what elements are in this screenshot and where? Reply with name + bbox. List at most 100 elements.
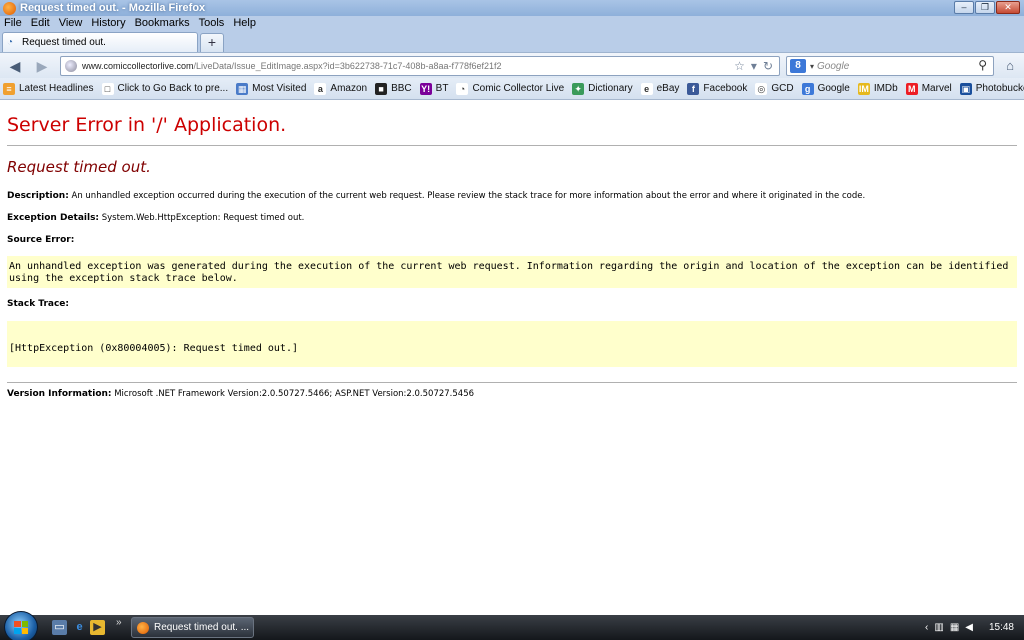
tab-request-timed-out[interactable]: ◔ Request timed out. — [2, 32, 198, 52]
bookmark-item[interactable]: ✦ Dictionary — [572, 82, 633, 95]
bookmarks-toolbar: ≡ Latest Headlines □ Click to Go Back to pr… — [0, 78, 1024, 100]
back-button[interactable]: ◀ — [5, 57, 25, 75]
most-visited-icon: ▦ — [236, 82, 249, 95]
source-error-label: Source Error: — [7, 235, 75, 245]
taskbar-firefox-button[interactable]: Request timed out. ... — [131, 617, 254, 638]
bookmark-item[interactable]: Y! BT — [419, 82, 449, 95]
bookmark-item[interactable]: ◎ GCD — [755, 82, 794, 95]
error-heading: Request timed out. — [7, 158, 151, 176]
bookmark-label: Most Visited — [252, 83, 307, 94]
window-controls: – ❐ ✕ — [954, 1, 1020, 14]
source-error-text: An unhandled exception was generated dur… — [9, 261, 1009, 284]
bookmark-label: eBay — [656, 83, 680, 94]
bookmark-item[interactable]: M Marvel — [905, 82, 952, 95]
rss-icon: ≡ — [3, 82, 15, 95]
bookmark-label: Comic Collector Live — [472, 83, 565, 94]
bookmark-item[interactable]: a Amazon — [314, 82, 368, 95]
bookmark-label: Photobucket — [975, 83, 1024, 94]
bookmark-label: Facebook — [703, 83, 748, 94]
star-icon[interactable]: ☆ — [734, 59, 745, 73]
bookmark-label: Click to Go Back to pre... — [117, 83, 229, 94]
internet-explorer-icon[interactable]: e — [72, 620, 87, 635]
bookmark-item[interactable]: ■ BBC — [375, 82, 412, 95]
bbc-icon: ■ — [375, 82, 388, 95]
taskbar-task-label: Request timed out. ... — [154, 622, 250, 633]
description-text: An unhandled exception occurred during t… — [68, 191, 866, 201]
version-paragraph: Version Information: Microsoft .NET Fram… — [7, 389, 474, 399]
maximize-button[interactable]: ❐ — [975, 1, 995, 14]
divider — [7, 382, 1017, 383]
bookmark-item[interactable]: e eBay — [640, 82, 680, 95]
bookmark-item[interactable]: ▣Photobucket — [959, 82, 1024, 95]
menu-bookmarks[interactable]: Bookmarks — [135, 17, 190, 29]
tab-bar: ◔ Request timed out. + — [0, 30, 1024, 52]
stack-trace-text: [HttpException (0x80004005): Request tim… — [9, 343, 298, 354]
volume-icon[interactable]: ◀ — [965, 622, 973, 633]
bookmark-item[interactable]: f Facebook — [687, 82, 748, 95]
forward-button[interactable]: ▶ — [32, 57, 52, 75]
description-paragraph: Description: An unhandled exception occu… — [7, 191, 865, 201]
security-icon[interactable]: ▦ — [950, 622, 959, 633]
menu-edit[interactable]: Edit — [31, 17, 50, 29]
page-content: Server Error in '/' Application. Request… — [0, 101, 1024, 615]
network-icon[interactable]: ▥ — [934, 622, 943, 633]
globe-icon — [65, 60, 77, 72]
bookmark-item[interactable]: □ Click to Go Back to pre... — [101, 82, 229, 95]
new-tab-button[interactable]: + — [200, 33, 224, 52]
home-icon: ⌂ — [1006, 58, 1014, 73]
minimize-button[interactable]: – — [954, 1, 974, 14]
google-icon: g — [801, 82, 814, 95]
clock[interactable]: 15:48 — [989, 622, 1014, 633]
bookmark-item[interactable]: IM IMDb — [857, 82, 898, 95]
url-path: /LiveData/Issue_EditImage.aspx?id=3b6227… — [193, 61, 502, 71]
description-label: Description: — [7, 191, 69, 201]
windows-logo-icon — [14, 621, 28, 634]
search-icon[interactable]: ⚲ — [978, 58, 987, 72]
url-domain: www.comiccollectorlive.com — [82, 61, 194, 71]
bookmark-item[interactable]: ▦ Most Visited — [236, 82, 307, 95]
system-tray: ‹ ▥ ▦ ◀ 15:48 — [925, 615, 1024, 640]
arrow-right-icon: ▶ — [36, 58, 48, 74]
reload-icon[interactable]: ↻ — [763, 59, 773, 73]
page-icon: □ — [101, 82, 114, 95]
bookmark-label: Marvel — [921, 83, 952, 94]
taskbar: ▭ e ▶ » Request timed out. ... ‹ ▥ ▦ ◀ 1… — [0, 611, 1024, 640]
bookmark-label: BT — [435, 83, 449, 94]
home-button[interactable]: ⌂ — [1000, 57, 1020, 75]
arrow-left-icon: ◀ — [9, 58, 21, 74]
source-error-box: An unhandled exception was generated dur… — [7, 256, 1017, 288]
dropdown-icon[interactable]: ▾ — [751, 59, 757, 73]
planet-icon: ◔ — [456, 82, 469, 95]
menu-history[interactable]: History — [91, 17, 125, 29]
window-titlebar[interactable]: Request timed out. - Mozilla Firefox – ❐… — [0, 0, 1024, 16]
amazon-icon: a — [314, 82, 327, 95]
exception-paragraph: Exception Details: System.Web.HttpExcept… — [7, 213, 304, 223]
tab-label: Request timed out. — [22, 37, 106, 48]
menu-file[interactable]: File — [4, 17, 22, 29]
bookmark-item[interactable]: ◔ Comic Collector Live — [456, 82, 565, 95]
quick-launch-more[interactable]: » — [116, 617, 122, 628]
stack-trace-heading: Stack Trace: — [7, 299, 69, 309]
bookmark-label: Latest Headlines — [19, 83, 94, 94]
show-desktop-icon[interactable]: ▭ — [52, 620, 67, 635]
yahoo-icon: Y! — [419, 82, 432, 95]
bookmark-label: Amazon — [330, 83, 368, 94]
bookmark-label: IMDb — [873, 83, 898, 94]
search-bar[interactable]: 8 ▾ Google ⚲ — [786, 56, 994, 76]
ebay-icon: e — [640, 82, 653, 95]
menu-tools[interactable]: Tools — [199, 17, 225, 29]
menu-help[interactable]: Help — [233, 17, 256, 29]
menu-bar: File Edit View History Bookmarks Tools H… — [0, 16, 1024, 30]
tray-expand-chevron[interactable]: ‹ — [925, 622, 928, 633]
google-icon[interactable]: 8 — [790, 59, 806, 73]
url-bar[interactable]: www.comiccollectorlive.com/LiveData/Issu… — [60, 56, 780, 76]
imdb-icon: IM — [857, 82, 870, 95]
close-button[interactable]: ✕ — [996, 1, 1020, 14]
planet-icon: ◔ — [7, 37, 14, 48]
start-button[interactable] — [4, 611, 38, 640]
bookmark-item[interactable]: g Google — [801, 82, 850, 95]
media-player-icon[interactable]: ▶ — [90, 620, 105, 635]
search-engine-dropdown-icon[interactable]: ▾ — [810, 62, 814, 71]
menu-view[interactable]: View — [59, 17, 83, 29]
bookmark-item[interactable]: ≡ Latest Headlines — [3, 82, 94, 95]
